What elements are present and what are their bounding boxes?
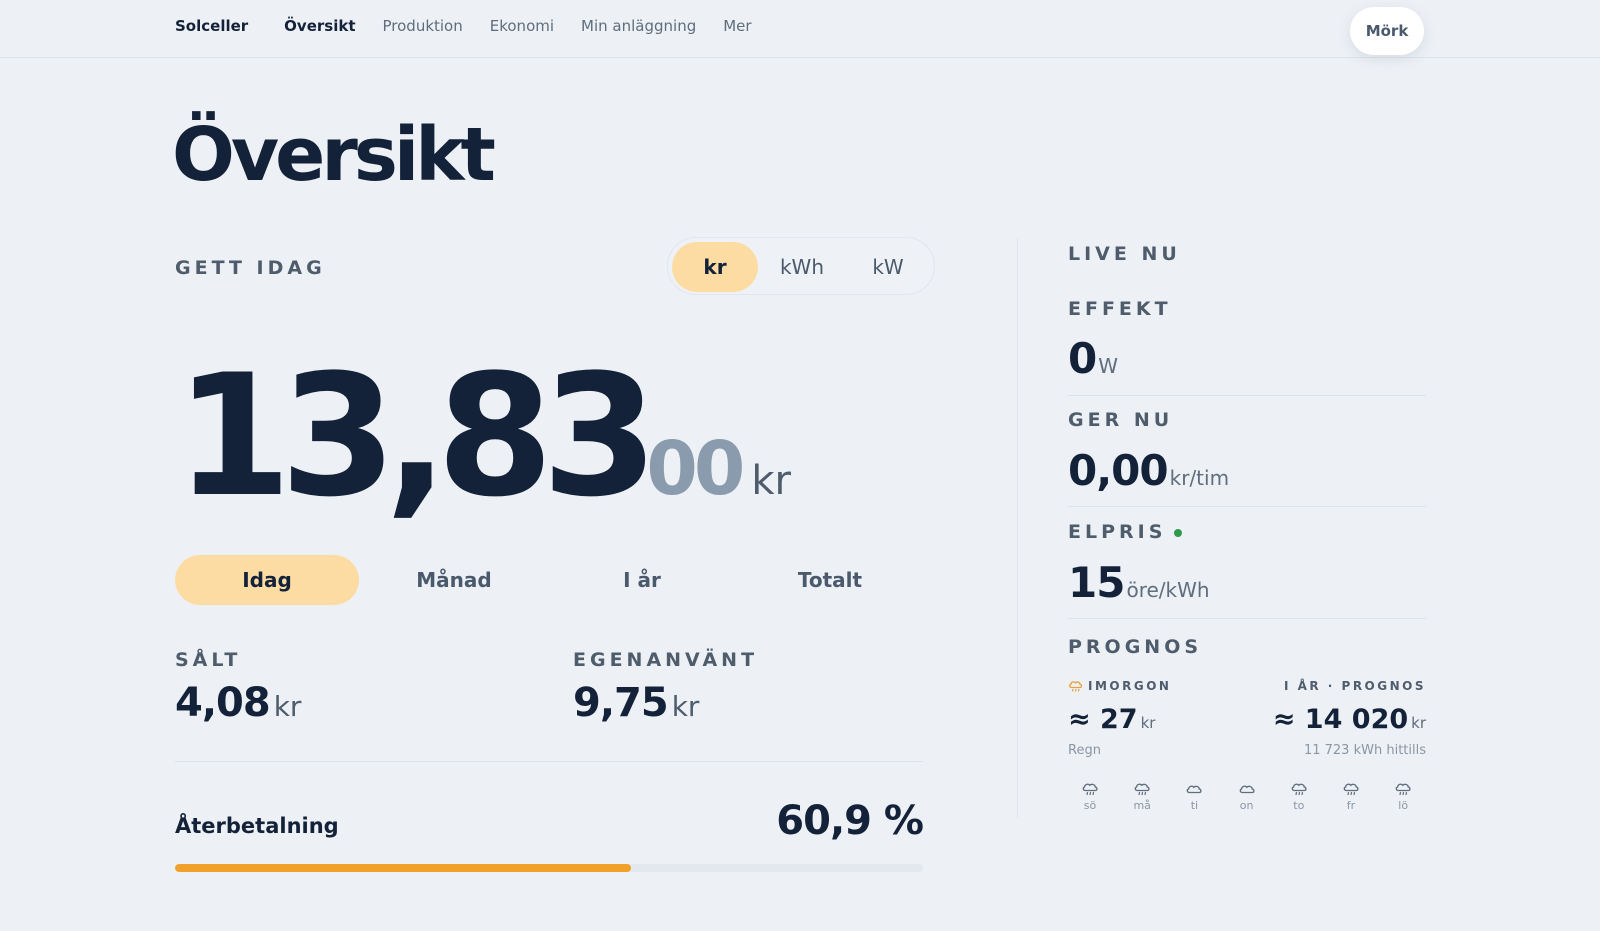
payback-progress-bar xyxy=(175,864,923,872)
period-tab-totalt[interactable]: Totalt xyxy=(738,555,922,605)
rain-cloud-icon xyxy=(1069,681,1083,692)
nav-item-oversikt[interactable]: Översikt xyxy=(284,17,355,35)
weather-day-label: ti xyxy=(1190,799,1199,812)
year-forecast-unit: kr xyxy=(1411,714,1426,732)
year-forecast-label: I ÅR · PROGNOS xyxy=(1283,679,1426,693)
rain-cloud-icon xyxy=(1279,781,1319,797)
tomorrow-label-text: IMORGON xyxy=(1088,679,1172,693)
weather-day-label: to xyxy=(1293,799,1305,812)
period-tab-i-ar[interactable]: I år xyxy=(550,555,734,605)
dark-mode-button[interactable]: Mörk xyxy=(1350,7,1424,55)
brand-label[interactable]: Solceller xyxy=(175,17,248,35)
unit-option-kwh[interactable]: kWh xyxy=(759,242,845,292)
tomorrow-label: IMORGON xyxy=(1068,679,1171,693)
earned-label: GETT IDAG xyxy=(175,257,326,279)
earned-value-decimals: 00 xyxy=(646,426,745,512)
nav-item-min-anlaggning[interactable]: Min anläggning xyxy=(581,17,696,35)
price-unit: öre/kWh xyxy=(1126,578,1210,602)
period-tab-idag[interactable]: Idag xyxy=(175,555,359,605)
unit-toggle: kr kWh kW xyxy=(667,237,935,295)
rain-cloud-icon xyxy=(1383,781,1423,797)
price-label-text: ELPRIS xyxy=(1068,521,1167,543)
self-used-value: 9,75 kr xyxy=(573,680,699,726)
price-amount: 15 xyxy=(1068,558,1125,607)
rain-cloud-icon xyxy=(1122,781,1162,797)
earned-value-unit: kr xyxy=(751,458,791,504)
price-label: ELPRIS xyxy=(1068,521,1183,543)
divider xyxy=(1068,618,1426,619)
nav-item-produktion[interactable]: Produktion xyxy=(383,17,463,35)
year-forecast-amount: ≈ 14 020 xyxy=(1272,704,1409,735)
payback-progress-fill xyxy=(175,864,631,872)
effect-unit: W xyxy=(1098,354,1119,378)
payback-value: 60,9 % xyxy=(776,798,924,844)
weather-forecast-row: sö må ti on to fr lö xyxy=(1068,781,1426,821)
giving-value: 0,00 kr/tim xyxy=(1068,446,1229,495)
weather-day: to xyxy=(1279,781,1319,812)
top-nav: Solceller Översikt Produktion Ekonomi Mi… xyxy=(0,0,1600,58)
earned-value: 13,8300 kr xyxy=(175,352,791,520)
giving-unit: kr/tim xyxy=(1169,466,1230,490)
tomorrow-value: ≈ 27 kr xyxy=(1068,704,1155,735)
effect-amount: 0 xyxy=(1068,334,1097,383)
weather-day: fr xyxy=(1331,781,1371,812)
weather-day: må xyxy=(1122,781,1162,812)
weather-day-label: må xyxy=(1133,799,1151,812)
sold-amount: 4,08 xyxy=(175,680,271,726)
sold-value: 4,08 kr xyxy=(175,680,301,726)
weather-day: lö xyxy=(1383,781,1423,812)
page-title: Översikt xyxy=(172,112,496,198)
forecast-label: PROGNOS xyxy=(1068,636,1203,658)
nav-items: Solceller Översikt Produktion Ekonomi Mi… xyxy=(175,17,752,35)
year-forecast-value: ≈ 14 020 kr xyxy=(1273,704,1426,735)
divider xyxy=(175,761,923,762)
cloud-icon xyxy=(1227,781,1267,797)
price-status-dot xyxy=(1174,528,1183,537)
unit-option-kw[interactable]: kW xyxy=(845,242,931,292)
live-label: LIVE NU xyxy=(1068,243,1181,265)
tomorrow-amount: ≈ 27 xyxy=(1068,704,1138,735)
effect-value: 0W xyxy=(1068,334,1118,383)
cloud-icon xyxy=(1174,781,1214,797)
tomorrow-unit: kr xyxy=(1140,714,1156,732)
giving-label: GER NU xyxy=(1068,409,1174,431)
self-used-amount: 9,75 xyxy=(573,680,669,726)
weather-day-label: fr xyxy=(1346,799,1356,812)
weather-day: ti xyxy=(1174,781,1214,812)
sold-label: SÅLT xyxy=(175,649,242,671)
earned-value-integer: 13,83 xyxy=(175,338,658,534)
weather-day: on xyxy=(1227,781,1267,812)
panel-divider xyxy=(1017,238,1018,818)
payback-label: Återbetalning xyxy=(175,814,339,838)
giving-amount: 0,00 xyxy=(1068,446,1169,495)
nav-item-ekonomi[interactable]: Ekonomi xyxy=(490,17,554,35)
self-used-unit: kr xyxy=(671,690,700,723)
weather-day: sö xyxy=(1070,781,1110,812)
divider xyxy=(1068,395,1426,396)
sold-unit: kr xyxy=(273,690,302,723)
effect-label: EFFEKT xyxy=(1068,298,1172,320)
divider xyxy=(1068,506,1426,507)
self-used-label: EGENANVÄNT xyxy=(573,649,759,671)
weather-day-label: lö xyxy=(1398,799,1409,812)
period-tab-manad[interactable]: Månad xyxy=(362,555,546,605)
nav-item-mer[interactable]: Mer xyxy=(723,17,751,35)
weather-day-label: sö xyxy=(1083,799,1097,812)
rain-cloud-icon xyxy=(1070,781,1110,797)
weather-day-label: on xyxy=(1239,799,1254,812)
unit-option-kr[interactable]: kr xyxy=(672,242,758,292)
rain-cloud-icon xyxy=(1331,781,1371,797)
price-value: 15 öre/kWh xyxy=(1068,558,1210,607)
tomorrow-weather: Regn xyxy=(1068,743,1101,758)
year-forecast-sub: 11 723 kWh hittills xyxy=(1303,743,1426,758)
